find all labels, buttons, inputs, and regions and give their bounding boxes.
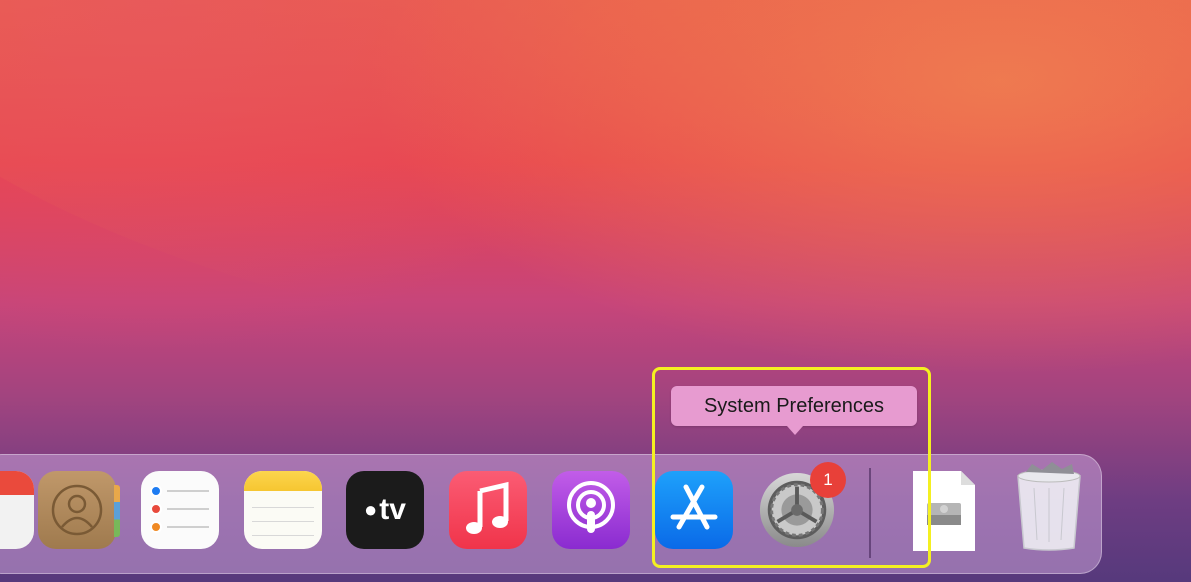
- dock-item-tv[interactable]: ● tv: [346, 471, 424, 549]
- tv-label: tv: [379, 493, 406, 526]
- dock-item-reminders[interactable]: [141, 471, 219, 549]
- dock-item-notes[interactable]: [244, 471, 322, 549]
- dock-item-calendar[interactable]: [0, 471, 34, 549]
- contacts-icon: [51, 484, 103, 536]
- dock-item-trash[interactable]: [1012, 460, 1086, 552]
- dock-item-podcasts[interactable]: [552, 471, 630, 549]
- dock-item-contacts[interactable]: [38, 471, 120, 549]
- podcasts-icon: [567, 481, 615, 533]
- reminders-icon: [150, 485, 209, 533]
- apple-tv-icon: ●: [364, 497, 378, 522]
- notes-icon: [244, 471, 322, 491]
- dock-item-music[interactable]: [449, 471, 527, 549]
- music-icon: [466, 481, 509, 534]
- trash-icon: [1017, 462, 1081, 551]
- highlight-annotation-box: [652, 367, 931, 568]
